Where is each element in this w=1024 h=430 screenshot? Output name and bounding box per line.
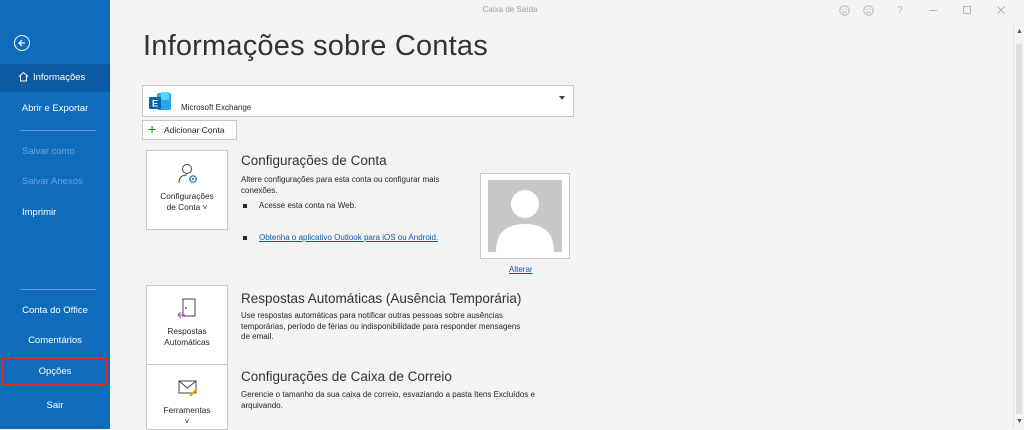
exchange-icon: E — [149, 92, 171, 110]
account-name: Microsoft Exchange — [181, 103, 252, 112]
sidebar-item-informacoes[interactable]: Informações — [0, 64, 110, 92]
sidebar-item-salvar-anexos: Salvar Anexos — [0, 168, 110, 196]
sidebar-item-label: Abrir e Exportar — [21, 103, 89, 114]
sidebar-item-label: Informações — [33, 72, 86, 83]
sidebar-item-conta-office[interactable]: Conta do Office — [0, 297, 110, 325]
person-placeholder-icon — [496, 190, 554, 252]
scroll-up-icon[interactable]: ▲ — [1016, 28, 1023, 35]
window-title: Caixa de Saída — [482, 5, 538, 14]
home-icon — [18, 71, 29, 82]
add-account-button[interactable]: + Adicionar Conta — [142, 120, 237, 140]
vertical-scrollbar[interactable]: ▲ ▼ — [1013, 24, 1024, 429]
add-account-label: Adicionar Conta — [164, 125, 225, 135]
sidebar-item-abrir-exportar[interactable]: Abrir e Exportar — [0, 95, 110, 123]
tile-label: Respostas Automáticas — [164, 326, 210, 347]
bullet-web-access: Acesse esta conta na Web. — [243, 201, 356, 210]
sidebar-item-label: Sair — [46, 400, 64, 411]
backstage-sidebar: Informações Abrir e Exportar Salvar como… — [0, 0, 110, 429]
frown-icon[interactable] — [862, 5, 874, 17]
close-icon[interactable] — [995, 5, 1007, 17]
account-selector[interactable]: E Microsoft Exchange — [142, 85, 574, 117]
mailbox-tools-icon — [178, 380, 198, 397]
minimize-icon[interactable] — [927, 5, 939, 17]
sidebar-item-imprimir[interactable]: Imprimir — [0, 199, 110, 227]
plus-icon: + — [148, 121, 157, 137]
chevron-down-icon[interactable] — [559, 96, 565, 100]
sidebar-item-salvar-como: Salvar como — [0, 138, 110, 166]
sidebar-divider — [20, 130, 96, 131]
door-exit-icon — [177, 298, 196, 319]
automatic-replies-button[interactable]: Respostas Automáticas — [146, 285, 228, 365]
title-bar: Caixa de Saída ? — [110, 0, 1024, 22]
help-icon[interactable]: ? — [894, 5, 906, 17]
get-outlook-app-link[interactable]: Obtenha o aplicativo Outlook para iOS ou… — [259, 233, 438, 242]
svg-text:E: E — [152, 99, 158, 109]
account-settings-title: Configurações de Conta — [241, 153, 387, 168]
tile-label: Ferramentas ˅ — [163, 405, 211, 426]
smile-icon[interactable] — [838, 5, 850, 17]
scroll-thumb[interactable] — [1016, 44, 1022, 414]
profile-photo — [480, 173, 570, 259]
automatic-replies-description: Use respostas automáticas para notificar… — [241, 311, 521, 341]
change-photo-link[interactable]: Alterar — [509, 265, 533, 274]
tools-button[interactable]: Ferramentas ˅ — [146, 364, 228, 430]
sidebar-item-label: Salvar como — [22, 146, 75, 157]
sidebar-divider — [20, 289, 96, 290]
tile-label: Configurações de Conta ˅ — [160, 191, 214, 212]
page-title: Informações sobre Contas — [143, 30, 488, 62]
mailbox-settings-title: Configurações de Caixa de Correio — [241, 369, 452, 384]
sidebar-item-label: Imprimir — [22, 207, 57, 218]
account-settings-icon — [178, 164, 197, 184]
sidebar-item-label: Salvar Anexos — [22, 176, 83, 187]
automatic-replies-title: Respostas Automáticas (Ausência Temporár… — [241, 291, 522, 306]
account-settings-description: Altere configurações para esta conta ou … — [241, 175, 440, 195]
highlight-box — [1, 357, 107, 386]
mailbox-settings-description: Gerencie o tamanho da sua caixa de corre… — [241, 390, 535, 410]
sidebar-item-label: Conta do Office — [22, 305, 88, 316]
sidebar-item-sair[interactable]: Sair — [0, 392, 110, 420]
sidebar-item-label: Comentários — [28, 335, 82, 346]
back-button[interactable] — [14, 35, 30, 51]
sidebar-item-comentarios[interactable]: Comentários — [0, 327, 110, 355]
account-settings-button[interactable]: Configurações de Conta ˅ — [146, 150, 228, 230]
scroll-down-icon[interactable]: ▼ — [1016, 418, 1023, 425]
back-arrow-icon — [18, 39, 25, 47]
maximize-icon[interactable] — [961, 5, 973, 17]
bullet-get-app: Obtenha o aplicativo Outlook para iOS ou… — [243, 233, 438, 242]
